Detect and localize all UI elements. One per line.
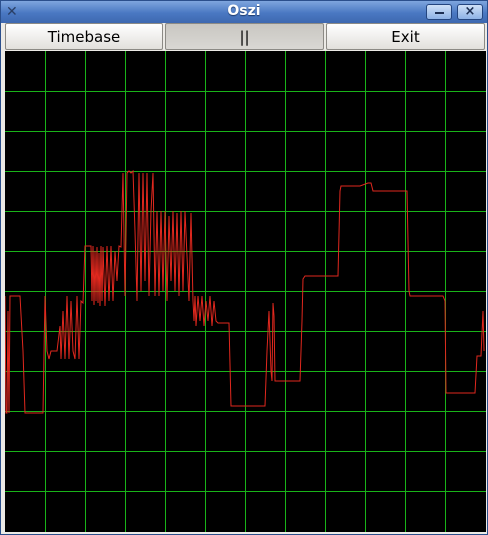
exit-button[interactable]: Exit <box>326 23 485 50</box>
minimize-icon <box>435 12 444 14</box>
close-button[interactable]: × <box>457 4 483 20</box>
scope-grid <box>5 51 486 532</box>
minimize-button[interactable] <box>426 4 452 20</box>
scope-canvas <box>5 51 486 532</box>
pause-button[interactable]: || <box>165 23 324 50</box>
scope-display <box>5 51 486 532</box>
close-icon: × <box>464 4 476 19</box>
window-title: Oszi <box>227 3 261 19</box>
oszi-window: ✕ Oszi × Timebase || Exit <box>0 0 488 535</box>
title-bar[interactable]: ✕ Oszi × <box>1 1 487 23</box>
toolbar: Timebase || Exit <box>5 23 485 51</box>
timebase-button[interactable]: Timebase <box>5 23 163 50</box>
